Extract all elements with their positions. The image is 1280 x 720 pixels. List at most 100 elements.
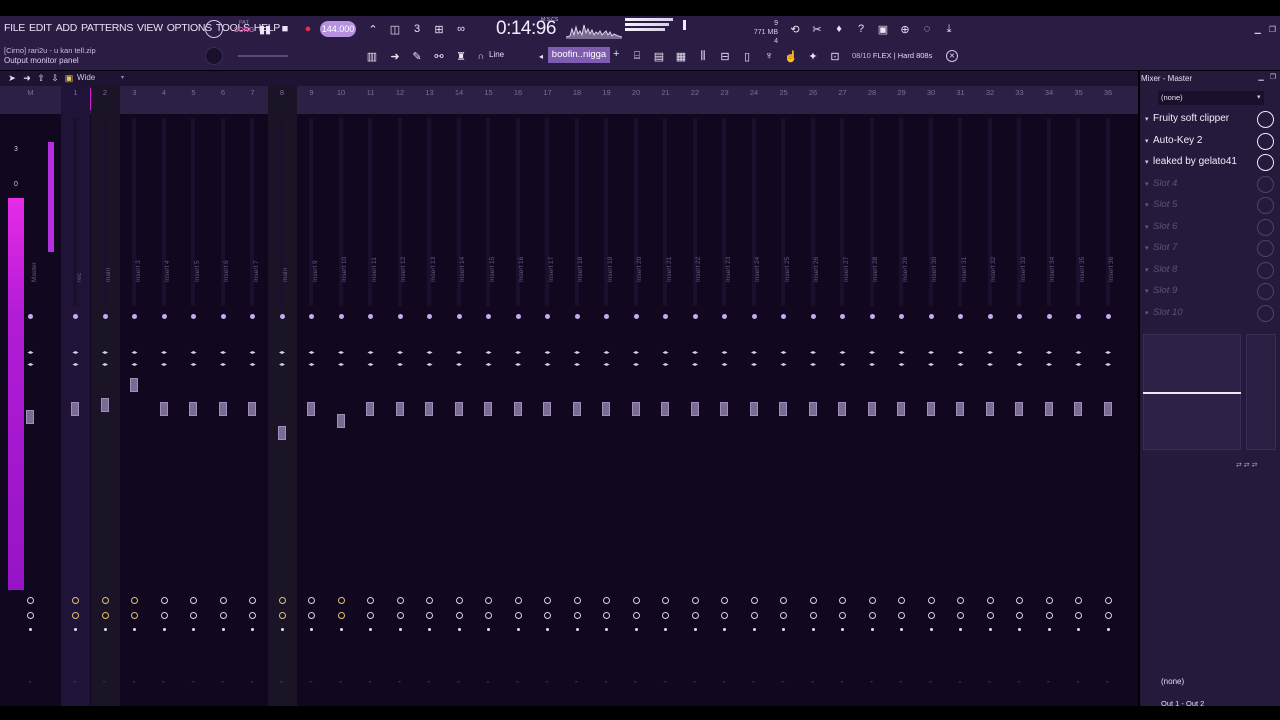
mixer-strip-22[interactable]: 22 Insert 22 ◂▸ ◂▸ ⌃: [681, 86, 710, 706]
mixer-strip-27[interactable]: 27 Insert 27 ◂▸ ◂▸ ⌃: [828, 86, 857, 706]
help-icon[interactable]: ?: [852, 20, 870, 38]
effect-slot[interactable]: ▾ leaked by gelato41: [1140, 152, 1280, 173]
route-knob[interactable]: [1016, 612, 1023, 619]
route-arrow-icon[interactable]: ⌃: [397, 680, 403, 688]
browser-icon[interactable]: ⊟: [716, 47, 734, 65]
route-knob[interactable]: [396, 612, 404, 619]
pan-knob[interactable]: ◂▸: [573, 350, 582, 356]
slot-mix-knob[interactable]: [1257, 111, 1274, 128]
route-dot[interactable]: [988, 628, 992, 631]
record-icon[interactable]: ●: [299, 20, 317, 38]
strip-enable-dot[interactable]: [722, 314, 727, 319]
route-arrow-icon[interactable]: ⌃: [249, 680, 255, 688]
volume-fader[interactable]: [425, 402, 433, 416]
stamp-icon[interactable]: ♜: [452, 47, 470, 65]
volume-fader[interactable]: [631, 402, 640, 416]
volume-fader[interactable]: [218, 402, 227, 416]
strip-enable-dot[interactable]: [781, 314, 786, 319]
mixer-strip-20[interactable]: 20 Insert 20 ◂▸ ◂▸ ⌃: [622, 86, 651, 706]
mixer-strip-12[interactable]: 12 Insert 12 ◂▸ ◂▸ ⌃: [386, 86, 415, 706]
effect-slot[interactable]: ▾ Auto-Key 2: [1140, 131, 1280, 152]
route-knob[interactable]: [573, 612, 581, 619]
stereo-knob[interactable]: ◂▸: [189, 362, 198, 368]
stereo-knob[interactable]: ◂▸: [956, 362, 965, 368]
strip-enable-dot[interactable]: [840, 314, 845, 319]
pan-knob[interactable]: ◂▸: [71, 350, 80, 356]
send-knob[interactable]: [160, 597, 168, 604]
mixer-strip-21[interactable]: 21 Insert 21 ◂▸ ◂▸ ⌃: [651, 86, 680, 706]
volume-fader[interactable]: [71, 402, 79, 416]
volume-fader[interactable]: [395, 402, 404, 416]
volume-fader[interactable]: [159, 402, 168, 416]
plugin-icon[interactable]: ⊕: [896, 20, 914, 38]
route-arrow-icon[interactable]: ⌃: [869, 680, 875, 688]
volume-fader[interactable]: [720, 402, 728, 416]
route-knob[interactable]: [839, 612, 846, 619]
volume-fader[interactable]: [661, 402, 669, 416]
stereo-knob[interactable]: ◂▸: [71, 362, 80, 368]
route-knob[interactable]: [455, 612, 463, 619]
slot-arrow-icon[interactable]: ▾: [1145, 223, 1149, 231]
route-dot[interactable]: [900, 628, 903, 631]
pan-knob[interactable]: ◂▸: [455, 350, 464, 356]
strip-enable-dot[interactable]: [279, 314, 285, 319]
send-knob[interactable]: [485, 597, 492, 604]
route-dot[interactable]: [192, 628, 195, 631]
route-arrow-icon[interactable]: ⌃: [603, 680, 609, 688]
chat-icon[interactable]: ◌: [918, 20, 936, 38]
pan-knob[interactable]: ◂▸: [396, 350, 405, 356]
route-dot[interactable]: [133, 628, 136, 631]
route-arrow-icon[interactable]: ⌃: [426, 680, 432, 688]
send-knob[interactable]: [131, 597, 138, 604]
mixer-strip-13[interactable]: 13 Insert 13 ◂▸ ◂▸ ⌃: [415, 86, 444, 706]
send-knob[interactable]: [986, 597, 994, 604]
loop-record-icon[interactable]: ∞: [452, 20, 470, 38]
master-pitch-knob[interactable]: [205, 47, 223, 65]
send-knob[interactable]: [662, 597, 669, 604]
volume-fader[interactable]: [956, 402, 964, 416]
pan-knob[interactable]: ◂▸: [661, 350, 670, 356]
strip-enable-dot[interactable]: [456, 314, 462, 319]
stereo-knob[interactable]: ◂▸: [720, 362, 729, 368]
effect-slot[interactable]: ▾ Slot 10: [1140, 303, 1280, 324]
stereo-knob[interactable]: ◂▸: [1104, 362, 1113, 368]
volume-fader[interactable]: [1015, 402, 1023, 416]
route-dot[interactable]: [811, 628, 815, 631]
piano-roll-icon[interactable]: ▤: [650, 47, 668, 65]
pan-knob[interactable]: ◂▸: [307, 350, 316, 356]
send-knob[interactable]: [455, 597, 463, 604]
strip-enable-dot[interactable]: [1046, 314, 1052, 319]
pan-knob[interactable]: ◂▸: [838, 350, 847, 356]
route-knob[interactable]: [426, 612, 433, 619]
send-knob[interactable]: [927, 597, 935, 604]
download-icon[interactable]: ⤓: [940, 20, 958, 38]
route-knob[interactable]: [219, 612, 227, 619]
send-knob[interactable]: [750, 597, 758, 604]
stereo-knob[interactable]: ◂▸: [455, 362, 464, 368]
route-arrow-icon[interactable]: ⌃: [367, 680, 373, 688]
volume-fader[interactable]: [543, 402, 551, 416]
route-knob[interactable]: [927, 612, 935, 619]
input-dropdown-icon[interactable]: ▾: [1257, 93, 1261, 101]
wait-input-icon[interactable]: ◫: [386, 20, 404, 38]
playlist-icon[interactable]: ⌸: [628, 47, 646, 65]
route-dot[interactable]: [1077, 628, 1080, 631]
send-knob[interactable]: [632, 597, 640, 604]
send-knob[interactable]: [514, 597, 522, 604]
send-knob[interactable]: [101, 597, 109, 604]
panel-restore-icon[interactable]: ❐: [1270, 73, 1276, 81]
stereo-knob[interactable]: ◂▸: [396, 362, 405, 368]
save-icon[interactable]: ▣: [874, 20, 892, 38]
mixer-strip-3[interactable]: 3 Insert 3 ◂▸ ◂▸ ⌃: [120, 86, 149, 706]
pan-knob[interactable]: ◂▸: [101, 350, 110, 356]
stereo-knob[interactable]: ◂▸: [809, 362, 818, 368]
pan-knob[interactable]: ◂▸: [219, 350, 228, 356]
route-arrow-icon[interactable]: ⌃: [780, 680, 786, 688]
volume-fader[interactable]: [897, 402, 905, 416]
mixer-strip-19[interactable]: 19 Insert 19 ◂▸ ◂▸ ⌃: [592, 86, 621, 706]
route-arrow-icon[interactable]: ⌃: [957, 680, 963, 688]
route-dot[interactable]: [1018, 628, 1021, 631]
stereo-knob[interactable]: ◂▸: [543, 362, 552, 368]
mixer-strip-2[interactable]: 2 main ◂▸ ◂▸ ⌃: [90, 86, 120, 706]
strip-enable-dot[interactable]: [604, 314, 609, 319]
